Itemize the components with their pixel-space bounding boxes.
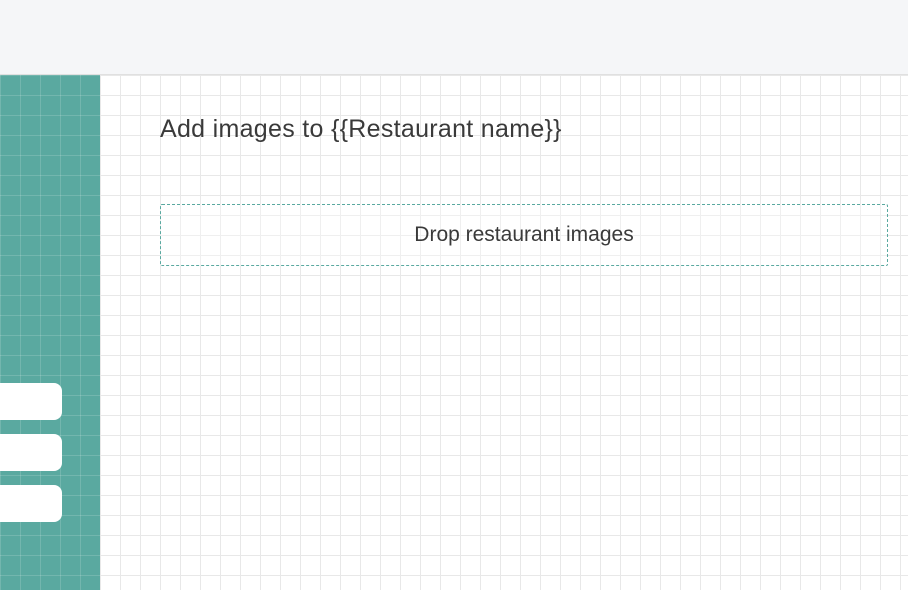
top-bar [0, 0, 908, 74]
content-area: Add images to {{Restaurant name}} Drop r… [160, 115, 888, 266]
sidebar-items [0, 383, 62, 522]
sidebar-item[interactable] [0, 383, 62, 420]
page-title: Add images to {{Restaurant name}} [160, 115, 888, 144]
sidebar-panel [0, 75, 100, 590]
sidebar-item[interactable] [0, 434, 62, 471]
sidebar-item[interactable] [0, 485, 62, 522]
image-dropzone[interactable]: Drop restaurant images [160, 204, 888, 266]
canvas-area: Add images to {{Restaurant name}} Drop r… [0, 74, 908, 590]
